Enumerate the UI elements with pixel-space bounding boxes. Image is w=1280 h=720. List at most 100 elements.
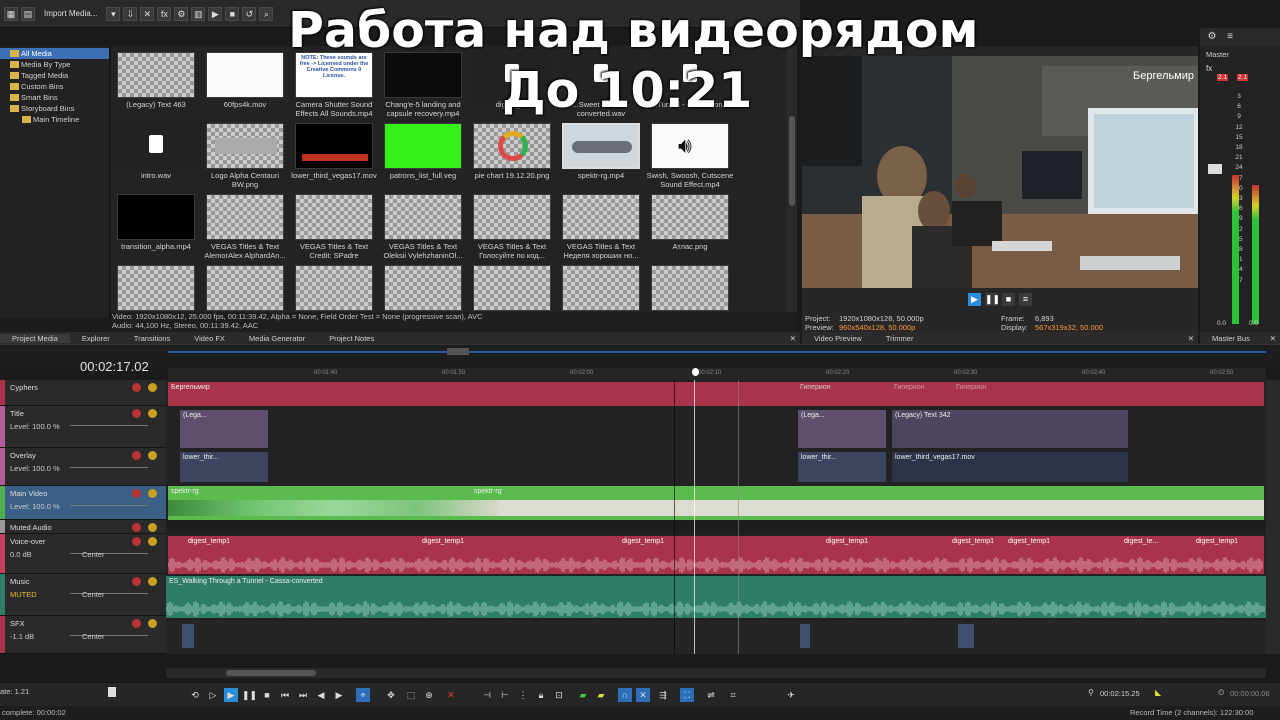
- timeline-clip[interactable]: lower_thir...: [180, 452, 268, 482]
- trim-end-icon[interactable]: ⊢: [498, 688, 512, 702]
- media-thumbnail[interactable]: [117, 52, 195, 98]
- stop-icon[interactable]: ■: [1002, 293, 1015, 306]
- timeline-clip[interactable]: Бергельмир: [168, 382, 1264, 406]
- play-icon[interactable]: ▶: [968, 293, 981, 306]
- go-to-start-icon[interactable]: ⏮: [278, 688, 292, 702]
- normal-edit-icon[interactable]: ⌖: [356, 688, 370, 702]
- tab-item[interactable]: Explorer: [70, 334, 122, 343]
- track-header[interactable]: Main Video Level: 100.0 %: [0, 486, 166, 520]
- split-icon[interactable]: ⋮: [516, 688, 530, 702]
- zoom-edit-icon[interactable]: ⊕: [422, 688, 436, 702]
- playhead-marker[interactable]: [692, 368, 699, 376]
- track-level[interactable]: -1.1 dB: [10, 632, 34, 641]
- media-thumbnail[interactable]: [295, 123, 373, 169]
- bin-item[interactable]: Media By Type: [0, 59, 109, 70]
- track-name[interactable]: Voice-over: [10, 537, 45, 546]
- bin-icon[interactable]: ▦: [4, 6, 18, 21]
- stop-preview-icon[interactable]: ■: [225, 6, 240, 21]
- get-media-icon[interactable]: ⇩: [123, 6, 138, 21]
- track-name[interactable]: Music: [10, 577, 30, 586]
- music-clip[interactable]: ES_Walking Through a Tunnel - Cassa-conv…: [166, 576, 1266, 618]
- mute-icon[interactable]: [132, 451, 141, 460]
- solo-icon[interactable]: [148, 451, 157, 460]
- timeline-timecode[interactable]: 00:02:17.02: [80, 359, 149, 374]
- track-header[interactable]: Music MUTED Center: [0, 574, 166, 616]
- media-thumbnail[interactable]: [562, 123, 640, 169]
- gear-icon[interactable]: ⚙: [1206, 31, 1218, 43]
- bin-item[interactable]: All Media: [0, 48, 109, 59]
- play-preview-icon[interactable]: ▶: [208, 6, 223, 21]
- mute-icon[interactable]: [132, 383, 141, 392]
- track-header[interactable]: Overlay Level: 100.0 %: [0, 448, 166, 486]
- timeline-vscrollbar[interactable]: [1266, 380, 1280, 654]
- media-thumbnail[interactable]: [384, 123, 462, 169]
- timeline-clip[interactable]: (Legacy) Text 342: [892, 410, 1128, 448]
- solo-icon[interactable]: [148, 577, 157, 586]
- media-thumbnail[interactable]: [562, 265, 640, 311]
- media-thumbnail[interactable]: [206, 265, 284, 311]
- level-slider[interactable]: [70, 425, 148, 426]
- play-icon[interactable]: ▶: [224, 688, 238, 702]
- timeline-clip[interactable]: (Lega...: [180, 410, 268, 448]
- menu-icon[interactable]: ≡: [1224, 31, 1236, 43]
- media-thumbnail[interactable]: [117, 265, 195, 311]
- close-icon[interactable]: ✕: [786, 334, 800, 343]
- level-slider[interactable]: [70, 505, 148, 506]
- media-thumbnail[interactable]: [473, 265, 551, 311]
- solo-icon[interactable]: [148, 537, 157, 546]
- voice-over-clip[interactable]: [168, 536, 1264, 574]
- envelope-edit-icon[interactable]: ✥: [384, 688, 398, 702]
- media-thumbnail[interactable]: [206, 123, 284, 169]
- import-media-button[interactable]: Import Media...: [38, 9, 103, 18]
- timeline-ruler[interactable]: 00:01:40 00:01:50 00:02:00 00:02:10 00:02:20…: [168, 368, 1266, 380]
- fx-icon[interactable]: fx: [1206, 64, 1212, 73]
- rate-slider-handle[interactable]: [108, 687, 116, 697]
- track-name[interactable]: Title: [10, 409, 24, 418]
- auto-crossfade-icon[interactable]: ✕: [636, 688, 650, 702]
- solo-icon[interactable]: [148, 489, 157, 498]
- remove-icon[interactable]: ✕: [140, 6, 155, 21]
- record-icon[interactable]: ⟲: [188, 688, 202, 702]
- media-thumbnail[interactable]: [295, 265, 373, 311]
- track-header[interactable]: Cyphers: [0, 380, 166, 406]
- media-thumbnail[interactable]: [117, 123, 195, 169]
- selection-edit-icon[interactable]: ⬚: [404, 688, 418, 702]
- track-level[interactable]: MUTED: [10, 590, 37, 599]
- media-thumbnail[interactable]: [473, 123, 551, 169]
- media-thumbnail[interactable]: [384, 265, 462, 311]
- tab-item[interactable]: Trimmer: [874, 334, 926, 343]
- track-header[interactable]: Muted Audio: [0, 520, 166, 534]
- media-fx-icon[interactable]: fx: [157, 6, 172, 21]
- solo-icon[interactable]: [148, 523, 157, 532]
- timeline-hscrollbar[interactable]: [166, 668, 1266, 678]
- selection-length[interactable]: 00:00:00.06: [1230, 689, 1270, 698]
- playhead-line[interactable]: [694, 380, 695, 654]
- media-thumbnail[interactable]: [562, 194, 640, 240]
- timeline-clip[interactable]: lower_third_vegas17.mov: [892, 452, 1128, 482]
- sfx-clip[interactable]: [182, 624, 194, 648]
- timeline-clip[interactable]: lower_thir...: [798, 452, 886, 482]
- tab-item[interactable]: Transitions: [122, 334, 182, 343]
- track-level[interactable]: Level: 100.0 %: [10, 464, 60, 473]
- prev-frame-icon[interactable]: ◀: [314, 688, 328, 702]
- tab-item[interactable]: Video Preview: [802, 334, 874, 343]
- capture-icon[interactable]: ▾: [106, 6, 121, 21]
- trim-start-icon[interactable]: ⊣: [480, 688, 494, 702]
- lock-icon[interactable]: 🔒︎: [534, 688, 548, 702]
- tab-item[interactable]: Media Generator: [237, 334, 317, 343]
- ripple-edit-icon[interactable]: ⇶: [656, 688, 670, 702]
- play-from-start-icon[interactable]: ▷: [206, 688, 220, 702]
- loop-icon[interactable]: ↺: [242, 6, 257, 21]
- folder-icon[interactable]: ▤: [21, 6, 35, 21]
- pause-icon[interactable]: ❚❚: [985, 293, 1000, 306]
- track-header[interactable]: Title Level: 100.0 %: [0, 406, 166, 448]
- scroll-thumb[interactable]: [789, 116, 795, 206]
- ignore-grouping-icon[interactable]: ⛶: [680, 688, 694, 702]
- mute-icon[interactable]: [132, 489, 141, 498]
- media-thumbnail[interactable]: [384, 194, 462, 240]
- timeline-clip[interactable]: (Lega...: [798, 410, 886, 448]
- media-thumbnail[interactable]: [206, 194, 284, 240]
- mute-icon[interactable]: [132, 537, 141, 546]
- solo-icon[interactable]: [148, 619, 157, 628]
- zoom-handle[interactable]: [447, 348, 469, 355]
